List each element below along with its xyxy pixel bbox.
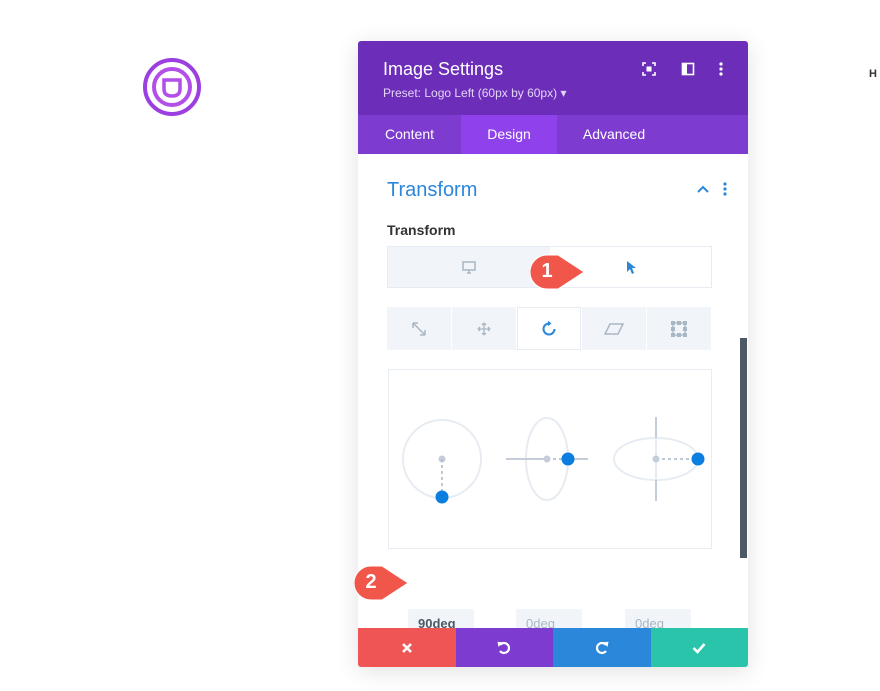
tab-advanced[interactable]: Advanced <box>557 115 671 154</box>
origin-icon <box>671 320 687 337</box>
callout-number: 2 <box>365 571 377 593</box>
scale-icon <box>412 321 426 336</box>
preset-selector[interactable]: Preset: Logo Left (60px by 60px) ▾ <box>383 86 566 100</box>
corner-text: H <box>869 68 877 80</box>
transform-skew-tab[interactable] <box>582 307 646 350</box>
transform-scale-tab[interactable] <box>387 307 451 350</box>
modal-title: Image Settings <box>383 59 504 79</box>
transform-rotate-tab[interactable] <box>517 307 581 350</box>
tab-content[interactable]: Content <box>358 115 461 154</box>
section-menu-icon <box>723 182 727 196</box>
redo-button[interactable] <box>553 628 651 667</box>
expand-icon[interactable] <box>640 60 658 78</box>
move-icon <box>477 322 491 335</box>
callout-number: 1 <box>541 260 553 282</box>
scrollbar[interactable] <box>740 338 747 558</box>
cursor-icon <box>626 260 636 274</box>
transform-origin-tab[interactable] <box>647 307 711 350</box>
rotate-x-dial[interactable] <box>506 417 588 501</box>
divi-logo <box>141 56 203 118</box>
close-icon <box>401 642 412 653</box>
callout-badge-2: 2 <box>354 565 409 601</box>
rotate-preview <box>388 369 712 549</box>
image-settings-modal: Image Settings Preset: Logo Left (60px b… <box>358 41 748 667</box>
desktop-view-button[interactable] <box>388 247 549 287</box>
desktop-icon <box>461 260 476 274</box>
settings-body: Transform Transform 90deg 0deg 0deg <box>358 154 748 639</box>
modal-header: Image Settings Preset: Logo Left (60px b… <box>358 41 748 115</box>
rotate-y-dial[interactable] <box>613 417 705 501</box>
callout-badge-1: 1 <box>530 254 585 290</box>
collapse-chevron-icon <box>697 185 709 193</box>
tab-design[interactable]: Design <box>461 115 557 154</box>
section-title[interactable]: Transform <box>387 179 477 202</box>
section-controls <box>695 181 735 202</box>
rotate-icon <box>542 320 556 335</box>
settings-tabs: Content Design Advanced <box>358 115 748 154</box>
undo-button[interactable] <box>455 628 553 667</box>
transform-translate-tab[interactable] <box>452 307 516 350</box>
skew-icon <box>604 322 624 335</box>
field-label: Transform <box>387 222 456 238</box>
more-options-icon[interactable] <box>712 60 730 78</box>
save-button[interactable] <box>650 628 748 667</box>
rotate-z-dial[interactable] <box>402 419 482 504</box>
modal-footer <box>358 628 748 667</box>
split-view-icon[interactable] <box>679 60 697 78</box>
check-icon <box>692 642 706 654</box>
redo-icon <box>595 641 609 654</box>
discard-button[interactable] <box>358 628 456 667</box>
undo-icon <box>497 641 511 654</box>
transform-type-tabs <box>387 307 712 350</box>
